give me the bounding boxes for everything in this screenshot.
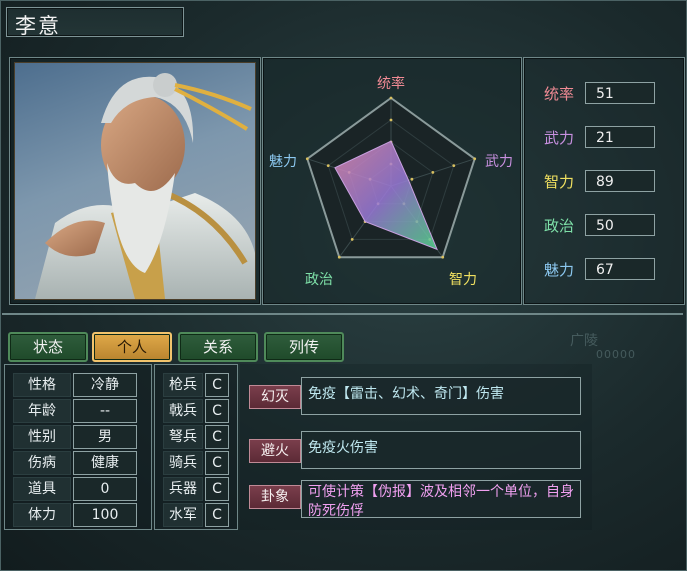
stat-value: 51 bbox=[585, 82, 655, 104]
portrait-image bbox=[35, 73, 255, 299]
radar-tick-dot bbox=[410, 177, 414, 181]
troop-label: 水军 bbox=[163, 503, 203, 527]
radar-tick-dot bbox=[473, 157, 477, 161]
troop-label: 兵器 bbox=[163, 477, 203, 501]
map-number-label: 00000 bbox=[596, 348, 636, 361]
stat-value: 50 bbox=[585, 214, 655, 236]
skill-description: 可使计策【伪报】波及相邻一个单位，自身防死伤俘 bbox=[301, 480, 581, 519]
personal-value: 冷静 bbox=[73, 373, 137, 397]
attribute-radar-chart: 统率武力智力 政治 魅力 bbox=[269, 75, 513, 288]
troop-label: 骑兵 bbox=[163, 451, 203, 475]
troop-label: 戟兵 bbox=[163, 399, 203, 423]
personal-value: 100 bbox=[73, 503, 137, 527]
troop-rank: C bbox=[205, 477, 229, 501]
stat-value: 89 bbox=[585, 170, 655, 192]
personal-label: 性别 bbox=[13, 425, 71, 449]
radar-label-politics: 政治 bbox=[305, 272, 333, 288]
skill-description: 免疫火伤害 bbox=[301, 431, 581, 469]
radar-label-charm: 魅力 bbox=[269, 154, 297, 170]
stat-label: 统率 bbox=[544, 85, 575, 103]
stat-value: 21 bbox=[585, 126, 655, 148]
skill-description: 免疫【雷击、幻术、奇门】伤害 bbox=[301, 377, 581, 415]
radar-tick-dot bbox=[441, 255, 445, 259]
radar-label-intelligence: 智力 bbox=[449, 272, 477, 288]
troop-rank: C bbox=[205, 503, 229, 527]
personal-info-panel: 性格 冷静 年龄 -- 性别男伤病 健康 道具 0 体力 100 bbox=[4, 364, 152, 530]
personal-label: 道具 bbox=[13, 477, 71, 501]
attribute-radar-panel: 统率武力智力 政治 魅力 bbox=[262, 57, 522, 305]
stat-label: 政治 bbox=[544, 217, 575, 235]
personal-value: -- bbox=[73, 399, 137, 423]
stat-value: 67 bbox=[585, 258, 655, 280]
skill-button[interactable]: 避火 bbox=[249, 439, 301, 463]
personal-label: 性格 bbox=[13, 373, 71, 397]
troop-rank: C bbox=[205, 451, 229, 475]
personal-value: 0 bbox=[73, 477, 137, 501]
radar-tick-dot bbox=[389, 96, 393, 100]
troop-label: 弩兵 bbox=[163, 425, 203, 449]
stat-label: 武力 bbox=[544, 129, 575, 147]
troop-rank: C bbox=[205, 425, 229, 449]
officer-portrait bbox=[14, 62, 256, 300]
radar-tick-dot bbox=[337, 255, 341, 259]
troop-aptitude-panel: 枪兵 C 戟兵 C 弩兵 C 骑兵 C 兵器 C 水军 C bbox=[154, 364, 238, 530]
troop-label: 枪兵 bbox=[163, 373, 203, 397]
radar-tick-dot bbox=[452, 164, 456, 168]
radar-label-leadership: 统率 bbox=[377, 75, 405, 92]
stat-label: 智力 bbox=[544, 173, 575, 191]
tab-status[interactable]: 状态 bbox=[8, 332, 88, 362]
section-divider bbox=[2, 313, 683, 315]
radar-tick-dot bbox=[305, 157, 309, 161]
personal-label: 年龄 bbox=[13, 399, 71, 423]
skill-button[interactable]: 幻灭 bbox=[249, 385, 301, 409]
personal-label: 体力 bbox=[13, 503, 71, 527]
stat-label: 魅力 bbox=[544, 261, 575, 279]
radar-tick-dot bbox=[431, 171, 435, 174]
radar-tick-dot bbox=[350, 237, 354, 241]
radar-tick-dot bbox=[389, 118, 393, 122]
title-box: 李意 bbox=[6, 7, 184, 38]
personal-value: 健康 bbox=[73, 451, 137, 475]
stat-panel: 统率 51 武力 21 智力 89 政治 50 魅力 67 bbox=[523, 57, 685, 305]
radar-label-war: 武力 bbox=[485, 154, 513, 170]
personal-value: 男 bbox=[73, 425, 137, 449]
troop-rank: C bbox=[205, 399, 229, 423]
troop-rank: C bbox=[205, 373, 229, 397]
skill-button[interactable]: 卦象 bbox=[249, 485, 301, 509]
tab-relations[interactable]: 关系 bbox=[178, 332, 258, 362]
radar-tick-dot bbox=[326, 164, 330, 168]
map-city-label: 广陵 bbox=[570, 333, 598, 349]
officer-name: 李意 bbox=[15, 14, 61, 38]
tab-personal[interactable]: 个人 bbox=[92, 332, 172, 362]
personal-label: 伤病 bbox=[13, 451, 71, 475]
tab-biography[interactable]: 列传 bbox=[264, 332, 344, 362]
portrait-frame bbox=[9, 57, 261, 305]
